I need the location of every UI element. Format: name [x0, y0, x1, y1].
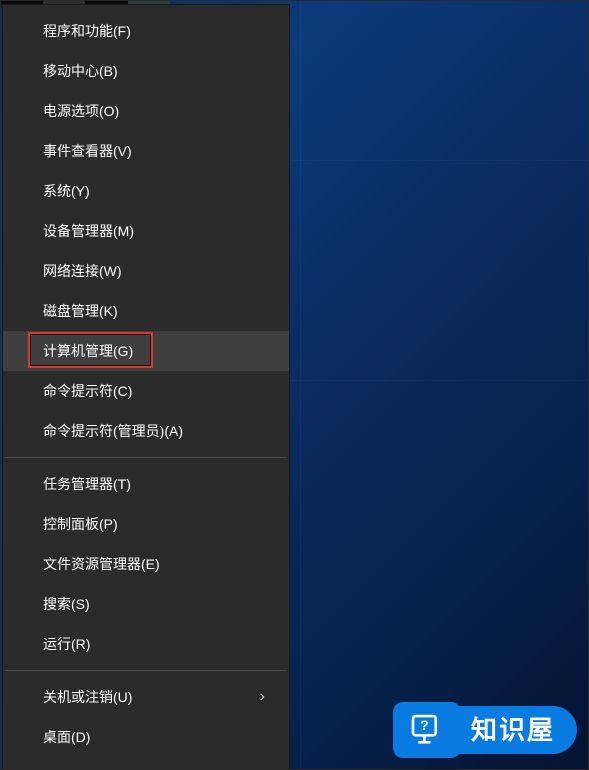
menu-item-network-connections[interactable]: 网络连接(W)	[3, 251, 289, 291]
menu-item-label: 关机或注销(U)	[43, 687, 260, 707]
menu-item-search[interactable]: 搜索(S)	[3, 584, 289, 624]
menu-item-label: 设备管理器(M)	[43, 221, 269, 241]
desktop-background: 程序和功能(F) 移动中心(B) 电源选项(O) 事件查看器(V) 系统(Y) 设备管理器…	[0, 0, 589, 770]
menu-item-task-manager[interactable]: 任务管理器(T)	[3, 464, 289, 504]
svg-text:?: ?	[420, 717, 429, 733]
menu-separator	[5, 457, 287, 458]
menu-item-label: 任务管理器(T)	[43, 474, 269, 494]
menu-item-label: 事件查看器(V)	[43, 141, 269, 161]
menu-item-label: 网络连接(W)	[43, 261, 269, 281]
menu-item-label: 桌面(D)	[43, 727, 269, 747]
menu-item-label: 程序和功能(F)	[43, 21, 269, 41]
menu-item-command-prompt[interactable]: 命令提示符(C)	[3, 371, 289, 411]
menu-item-run[interactable]: 运行(R)	[3, 624, 289, 664]
watermark: ? 知识屋 zhishiwu.com	[393, 702, 577, 758]
menu-item-label: 搜索(S)	[43, 594, 269, 614]
menu-item-label: 运行(R)	[43, 634, 269, 654]
menu-item-label: 电源选项(O)	[43, 101, 269, 121]
menu-item-label: 控制面板(P)	[43, 514, 269, 534]
menu-item-command-prompt-admin[interactable]: 命令提示符(管理员)(A)	[3, 411, 289, 451]
menu-item-label: 移动中心(B)	[43, 61, 269, 81]
menu-item-disk-management[interactable]: 磁盘管理(K)	[3, 291, 289, 331]
menu-item-label: 计算机管理(G)	[43, 341, 269, 361]
menu-item-device-manager[interactable]: 设备管理器(M)	[3, 211, 289, 251]
menu-item-computer-management[interactable]: 计算机管理(G)	[3, 331, 289, 371]
menu-item-label: 磁盘管理(K)	[43, 301, 269, 321]
menu-item-file-explorer[interactable]: 文件资源管理器(E)	[3, 544, 289, 584]
menu-item-system[interactable]: 系统(Y)	[3, 171, 289, 211]
menu-item-label: 命令提示符(管理员)(A)	[43, 421, 269, 441]
winx-context-menu[interactable]: 程序和功能(F) 移动中心(B) 电源选项(O) 事件查看器(V) 系统(Y) 设备管理器…	[2, 4, 290, 770]
chevron-right-icon: ›	[260, 688, 265, 706]
menu-item-programs-features[interactable]: 程序和功能(F)	[3, 11, 289, 51]
menu-item-event-viewer[interactable]: 事件查看器(V)	[3, 131, 289, 171]
menu-item-control-panel[interactable]: 控制面板(P)	[3, 504, 289, 544]
menu-item-label: 文件资源管理器(E)	[43, 554, 269, 574]
menu-item-power-options[interactable]: 电源选项(O)	[3, 91, 289, 131]
menu-separator	[5, 670, 287, 671]
menu-item-mobility-center[interactable]: 移动中心(B)	[3, 51, 289, 91]
menu-item-label: 命令提示符(C)	[43, 381, 269, 401]
menu-item-desktop[interactable]: 桌面(D)	[3, 717, 289, 757]
watermark-text: 知识屋	[451, 706, 577, 754]
menu-item-label: 系统(Y)	[43, 181, 269, 201]
watermark-logo-icon: ?	[393, 702, 461, 758]
menu-item-shutdown-signout[interactable]: 关机或注销(U)›	[3, 677, 289, 717]
